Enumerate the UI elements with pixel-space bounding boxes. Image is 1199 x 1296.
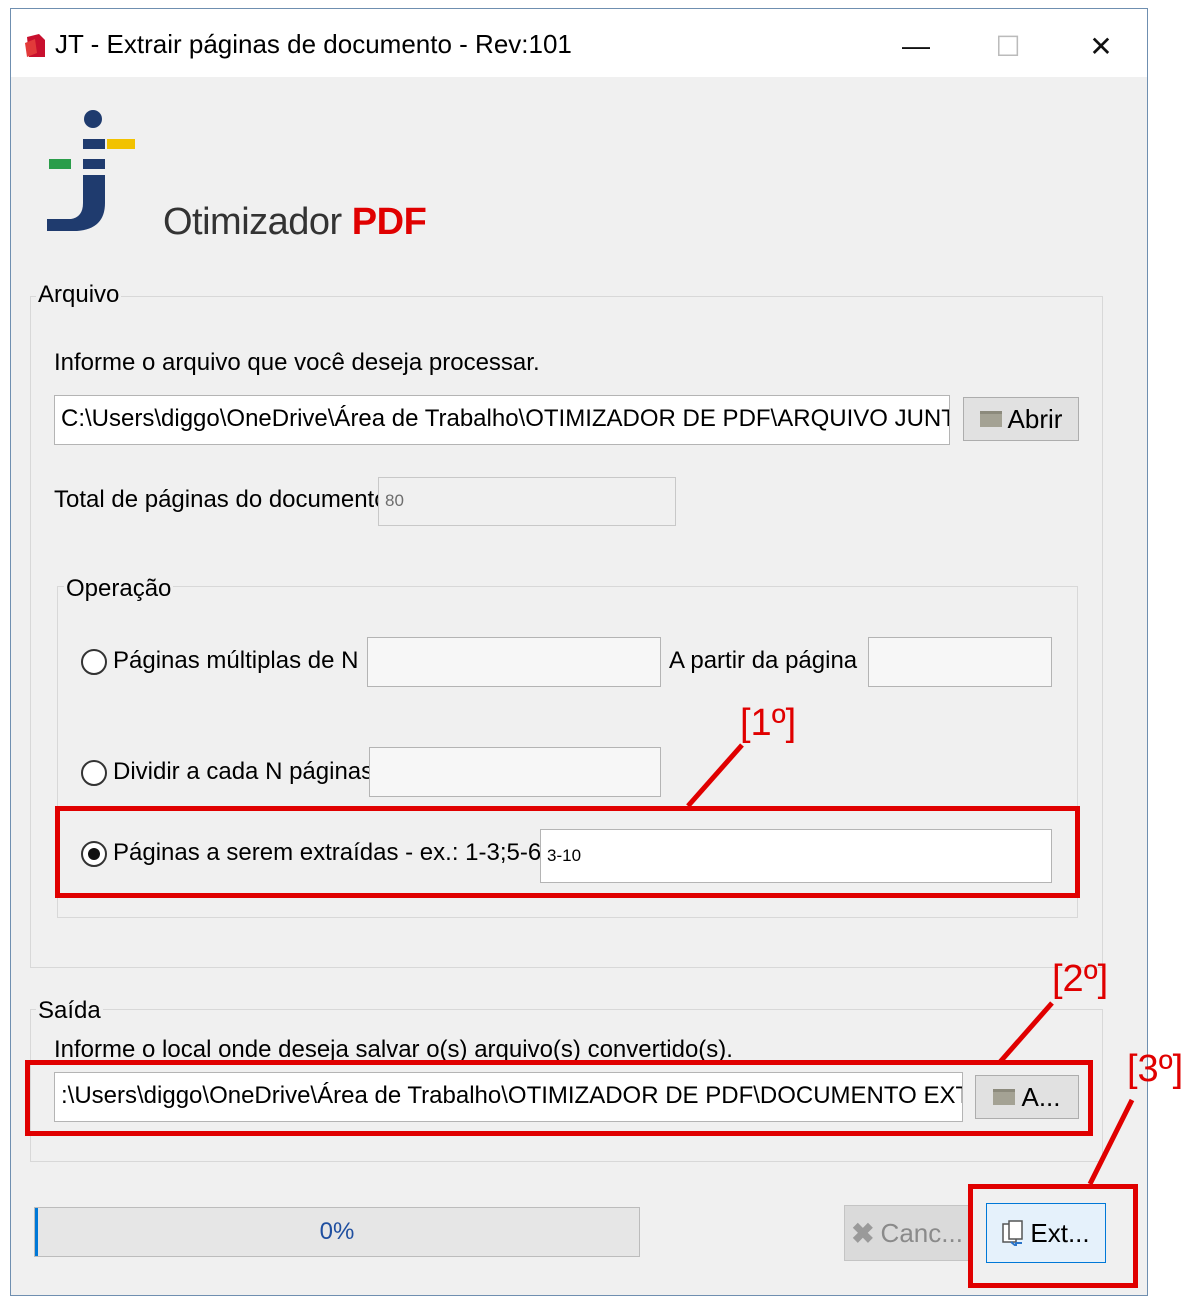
annotation-step2: [2º] <box>1052 958 1109 1000</box>
annotation-step3: [3º] <box>1127 1048 1184 1090</box>
annotation-step1: [1º] <box>740 702 797 744</box>
annotation-connectors <box>686 743 1135 1186</box>
